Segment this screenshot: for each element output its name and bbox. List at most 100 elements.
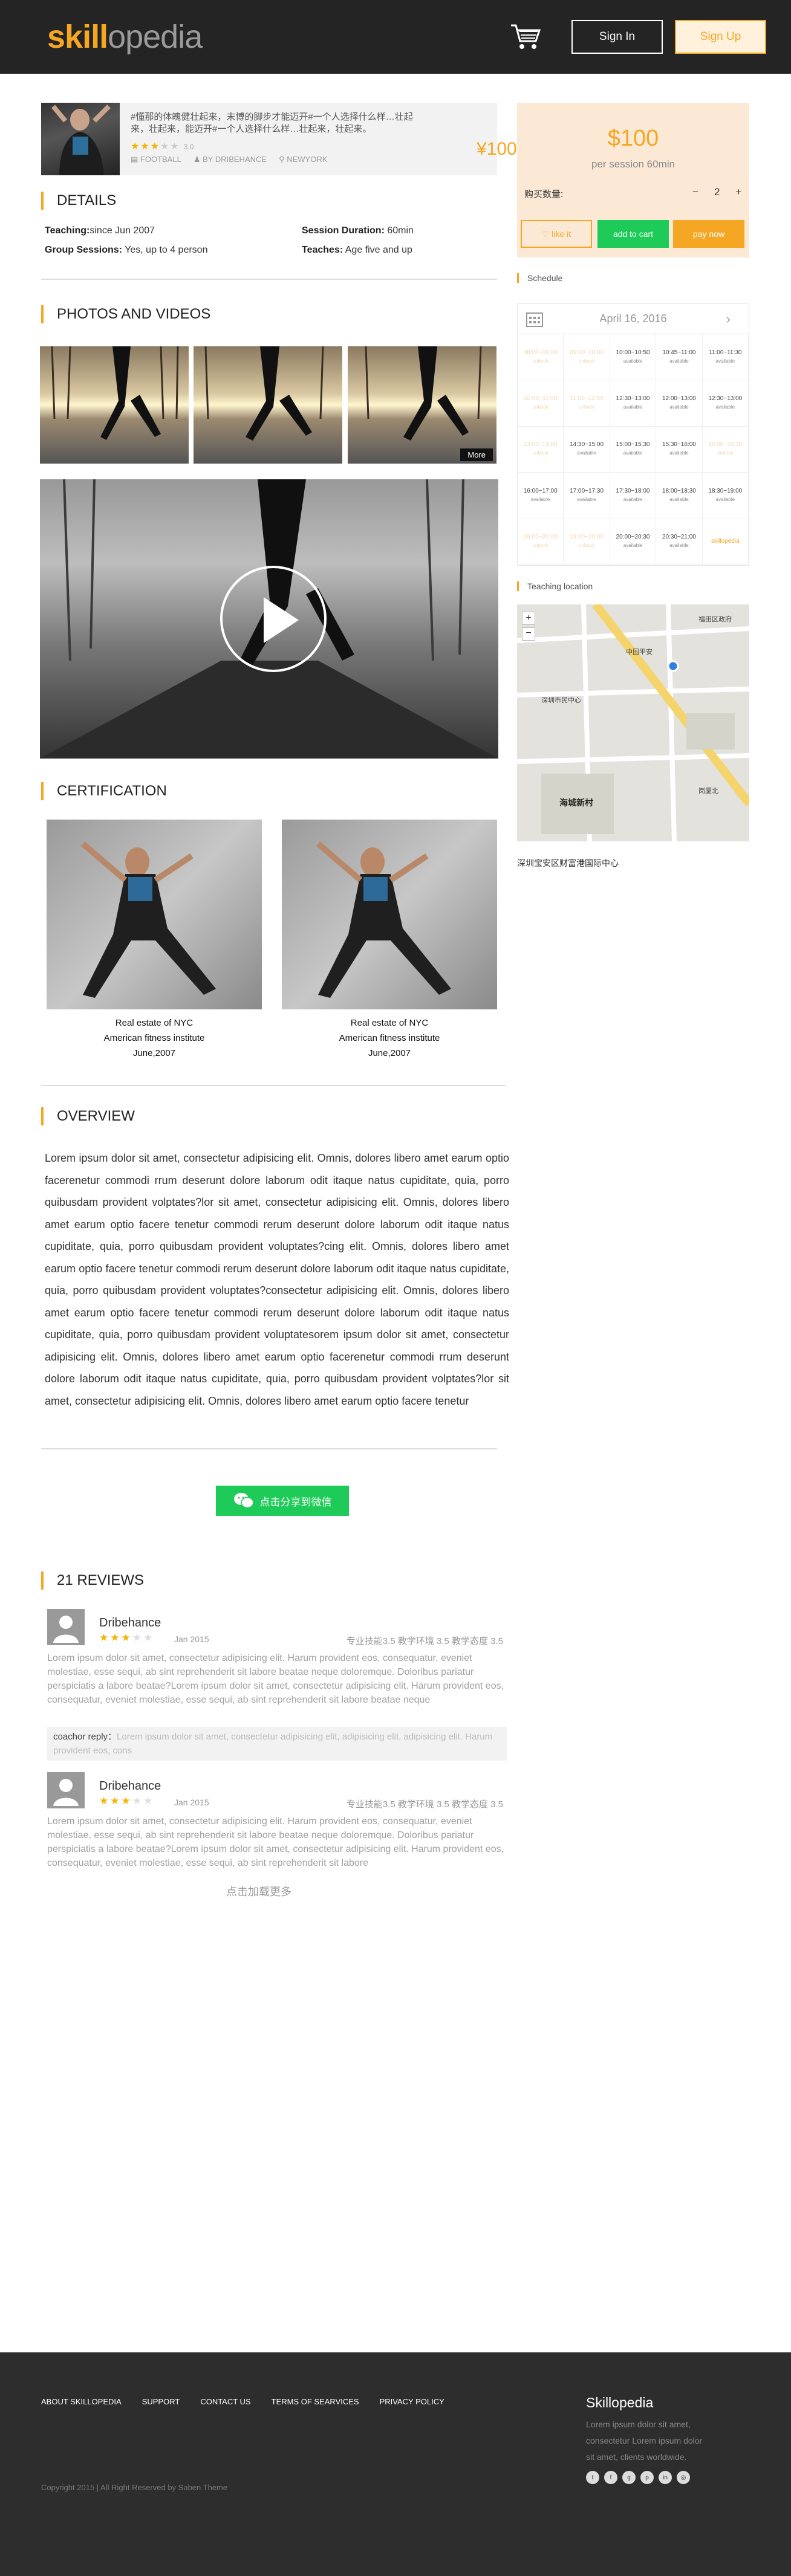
pay-now-button[interactable]: pay now — [673, 220, 744, 248]
time-slot[interactable]: 11:00~11:30 available — [702, 334, 749, 381]
dribbble-icon[interactable]: ◎ — [677, 2471, 690, 2484]
time-slot-time: 11:00~11:30 — [709, 349, 742, 356]
teaching-address: 深圳宝安区财富港国际中心 — [517, 858, 619, 868]
footer-link-support[interactable]: SUPPORT — [142, 2397, 180, 2406]
time-slot[interactable]: 10:00~10:50 available — [610, 334, 657, 381]
photo-thumb-2[interactable] — [194, 346, 342, 464]
share-wechat-button[interactable]: 点击分享到微信 — [216, 1486, 349, 1516]
time-slot-status: available — [623, 496, 643, 502]
time-slot[interactable]: 09:00~10:00 unbook — [564, 334, 610, 381]
reviewer-avatar[interactable] — [47, 1609, 85, 1645]
cert-line: June,2007 — [132, 1048, 176, 1058]
time-slot[interactable]: 10:45~11:00 available — [656, 334, 703, 381]
chevron-right-icon[interactable]: › — [726, 311, 731, 327]
divider — [41, 279, 497, 280]
time-slot[interactable]: 18:00~18:30 available — [656, 473, 703, 519]
play-icon[interactable] — [220, 566, 327, 672]
sign-up-button[interactable]: Sign Up — [675, 20, 766, 54]
certification-image-2[interactable] — [282, 820, 497, 1009]
twitter-icon[interactable]: t — [586, 2471, 599, 2484]
overview-title: OVERVIEW — [41, 1107, 135, 1125]
time-slot[interactable]: 15:00~15:30 available — [610, 426, 657, 473]
cart-icon[interactable] — [510, 23, 541, 51]
photos-title: PHOTOS AND VIDEOS — [41, 305, 210, 323]
time-slot[interactable]: 12:30~13:00 available — [702, 380, 749, 427]
video-player[interactable] — [40, 479, 498, 759]
map-label: 海城新村 — [559, 798, 593, 807]
time-slot[interactable]: 17:00~17:30 available — [564, 473, 610, 519]
time-slot[interactable]: 15:30~16:00 available — [656, 426, 703, 473]
map-label: 中国平安 — [626, 649, 653, 656]
reviewer-name[interactable]: Dribehance — [99, 1779, 161, 1793]
time-slot[interactable]: 08:00~09:00 unbook — [518, 334, 564, 381]
time-slot-status: unbook — [532, 404, 548, 410]
time-slot[interactable]: 17:30~18:00 available — [610, 473, 657, 519]
review-stars: ★★★★★ — [99, 1795, 155, 1807]
time-slot[interactable]: 16:00~16:30 unbook — [702, 426, 749, 473]
map-label: 福田区政府 — [698, 616, 732, 623]
schedule-calendar: April 16, 2016 › 08:00~09:00 unbook 09:00~… — [517, 303, 749, 566]
footer-link-terms[interactable]: TERMS OF SEARVICES — [272, 2397, 359, 2406]
facebook-icon[interactable]: f — [604, 2471, 617, 2484]
time-slot[interactable]: 11:00~12:00 unbook — [564, 380, 610, 427]
sign-in-button[interactable]: Sign In — [571, 20, 663, 54]
time-slot-time: 20:30~21:00 — [662, 534, 696, 541]
time-slot[interactable]: 12:00~13:00 available — [656, 380, 703, 427]
time-slot-status: available — [715, 404, 735, 410]
time-slot-time: 15:00~15:30 — [616, 441, 650, 448]
time-slot[interactable]: 19:00~20:00 unbook — [518, 519, 564, 565]
cert-line: June,2007 — [368, 1048, 411, 1058]
zoom-in-button[interactable]: + — [522, 612, 535, 625]
share-wechat-label: 点击分享到微信 — [259, 1496, 332, 1508]
time-slot[interactable]: 18:30~19:00 available — [702, 473, 749, 519]
time-slot-time: 18:30~19:00 — [708, 487, 743, 494]
time-slot[interactable]: 13:00~14:00 unbook — [518, 426, 564, 473]
zoom-out-button[interactable]: − — [522, 627, 535, 641]
review-body: Lorem ipsum dolor sit amet, consectetur … — [47, 1816, 504, 1868]
calendar-icon[interactable] — [526, 311, 543, 327]
footer-link-about[interactable]: ABOUT SKILLOPEDIA — [41, 2397, 122, 2406]
map-label: 岗厦北 — [698, 788, 718, 795]
linkedin-icon[interactable]: in — [659, 2471, 672, 2484]
quantity-plus-button[interactable]: + — [735, 186, 741, 198]
google-plus-icon[interactable]: g — [622, 2471, 636, 2484]
time-slot-status: unbook — [532, 450, 548, 456]
author-tag[interactable]: ♟ BY DRIBEHANCE — [194, 155, 267, 164]
coach-intro: #懂那的体魄健壮起来，末博的脚步才能迈开#一个人选择什么样…壮起来，壮起来，能迈… — [131, 112, 413, 134]
load-more-button[interactable]: 点击加载更多 — [226, 1883, 291, 1899]
wechat-icon — [233, 1493, 254, 1509]
time-slot-time: 14:30~15:00 — [570, 441, 604, 448]
certification-caption-1: Real estate of NYC American fitness inst… — [47, 1015, 262, 1061]
time-slot-time: 17:00~17:30 — [570, 487, 604, 494]
logo[interactable]: skillopedia — [47, 21, 203, 53]
pinterest-icon[interactable]: p — [640, 2471, 654, 2484]
certification-caption-2: Real estate of NYC American fitness inst… — [282, 1015, 497, 1061]
certification-image-1[interactable] — [47, 820, 262, 1009]
quantity-minus-button[interactable]: − — [692, 186, 698, 198]
location-map[interactable]: + − 福田区政府 中国平安 深圳市民中心 海城新村 岗厦北 — [517, 604, 749, 841]
time-slot[interactable]: 14:30~15:00 available — [564, 426, 610, 473]
reviewer-avatar[interactable] — [47, 1772, 85, 1808]
photo-thumb-1[interactable] — [40, 346, 189, 464]
time-slot[interactable]: 10:00~11:00 unbook — [518, 380, 564, 427]
add-to-cart-button[interactable]: add to cart — [597, 220, 669, 248]
time-slot[interactable]: 16:00~17:00 available — [518, 473, 564, 519]
time-slot[interactable]: 12:30~13:00 available — [610, 380, 657, 427]
category-tag[interactable]: ▤ FOOTBALL — [131, 155, 181, 164]
cert-line: American fitness institute — [103, 1033, 205, 1043]
time-slot-time: 16:00~16:30 — [708, 441, 743, 448]
time-slot[interactable]: skillopedia — [702, 519, 749, 565]
reviewer-name[interactable]: Dribehance — [99, 1616, 161, 1630]
details-block: Teaching:since Jun 2007 Session Duration… — [45, 221, 498, 260]
quantity-stepper: − 2 + — [692, 186, 741, 198]
time-slot-status: available — [577, 450, 596, 456]
like-button[interactable]: ♡ like it — [521, 220, 592, 248]
time-slot[interactable]: 20:00~20:30 available — [610, 519, 657, 565]
session-price: $100 — [607, 126, 659, 151]
time-slot[interactable]: 20:30~21:00 available — [656, 519, 703, 565]
photo-thumb-3[interactable]: More — [348, 346, 496, 464]
footer-link-privacy[interactable]: PRIVACY POLICY — [380, 2397, 444, 2406]
time-slot[interactable]: 19:00~20:00 unbook — [564, 519, 610, 565]
more-photos-button[interactable]: More — [460, 448, 493, 461]
footer-link-contact[interactable]: CONTACT US — [200, 2397, 250, 2406]
